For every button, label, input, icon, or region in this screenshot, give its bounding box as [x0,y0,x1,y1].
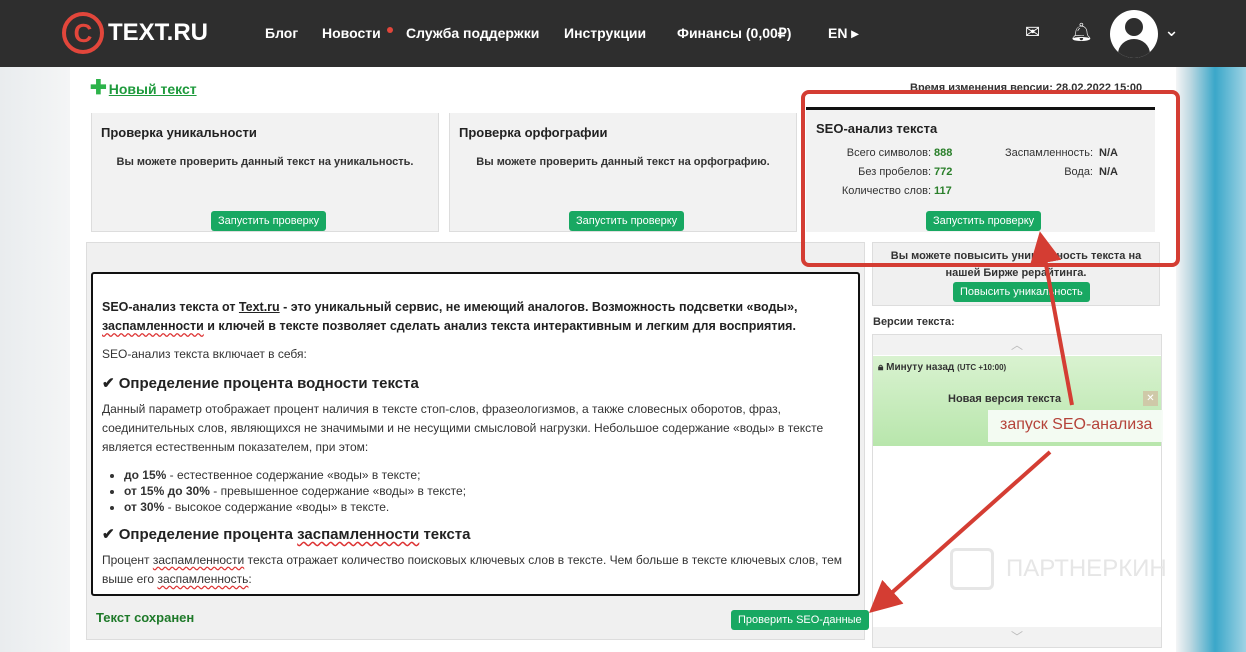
list-text: - высокое содержание «воды» в тексте. [164,500,390,514]
spell-error: заспамленности [152,553,245,567]
nav-news[interactable]: Новости [322,25,381,41]
spell-error: заспамленность [157,572,249,586]
card-desc: Вы можете проверить данный текст на орфо… [476,156,770,168]
list-item: от 30% - высокое содержание «воды» в тек… [124,499,850,515]
news-badge-dot [387,27,393,33]
textru-link[interactable]: Text.ru [239,300,280,314]
check-seo-data-button[interactable]: Проверить SEO-данные [731,610,869,630]
spell-error: заспамленности [102,319,204,333]
spelling-card: Проверка орфографии Вы можете проверить … [449,113,797,232]
lock-icon: 🔒︎ [878,362,884,373]
list-text: - естественное содержание «воды» в текст… [166,468,421,482]
card-title: Проверка уникальности [101,125,257,140]
avatar[interactable] [1110,10,1158,58]
water-paragraph: Данный параметр отображает процент налич… [102,402,824,454]
watermark-icon [950,548,994,590]
chevron-down-icon[interactable]: ⌄ [1164,20,1179,41]
watermark: ПАРТНЕРКИН [950,548,1167,590]
text: текста [419,526,471,543]
versions-label: Версии текста: [873,316,955,328]
annotation-highlight-box [801,90,1180,267]
plus-icon: ✚ [90,77,107,99]
close-icon[interactable]: ✕ [1143,391,1158,406]
new-text-link[interactable]: ✚ Новый текст [90,75,197,100]
chevron-up-icon[interactable]: ︿ [873,335,1161,355]
card-desc: Вы можете проверить данный текст на уник… [116,156,414,168]
list-bold: от 30% [124,500,165,514]
logo-text: TEXT.RU [108,19,209,46]
nav-blog[interactable]: Блог [265,25,298,41]
uniqueness-card: Проверка уникальности Вы можете проверит… [91,113,439,232]
check-uniqueness-button[interactable]: Запустить проверку [211,211,327,231]
list-item: от 15% до 30% - превышенное содержание «… [124,483,850,499]
nav-finance[interactable]: Финансы (0,00₽) [677,25,791,42]
top-header: C TEXT.RU Блог Новости Служба поддержки И… [0,0,1246,67]
nav-instructions[interactable]: Инструкции [564,25,646,41]
list-bold: от 15% до 30% [124,484,210,498]
list-bold: до 15% [124,468,167,482]
chevron-down-icon[interactable]: ﹀ [873,627,1161,647]
saved-status: Текст сохранен [96,610,195,625]
text-editor[interactable]: SEO-анализ текста от Text.ru - это уника… [91,272,860,596]
bell-icon[interactable]: 🔔︎ [1070,22,1093,43]
list-item: до 15% - естественное содержание «воды» … [124,467,850,483]
text: и ключей в тексте позволяет сделать анал… [203,319,796,333]
heading-spam: ✔ Определение процента заспамленности те… [102,525,850,543]
nav-support[interactable]: Служба поддержки [406,25,539,41]
raise-uniqueness-button[interactable]: Повысить уникальность [953,282,1090,302]
intro-text: SEO-анализ текста включает в себя: [102,347,307,361]
nav-language[interactable]: EN ▸ [828,25,858,42]
text: - это уникальный сервис, не имеющий анал… [279,300,798,314]
version-time-text: Минуту назад [886,362,955,373]
heading-water: ✔ Определение процента водности текста [102,375,419,392]
text: : [248,572,252,586]
mail-icon[interactable]: ✉ [1025,22,1040,43]
new-text-label: Новый текст [108,81,197,97]
check-spelling-button[interactable]: Запустить проверку [569,211,685,231]
spell-error: заспамленности [297,526,420,543]
text: Процент [102,553,153,567]
version-tz: (UTC +10:00) [957,363,1007,372]
water-list: до 15% - естественное содержание «воды» … [124,467,850,515]
versions-list: ︿ 🔒︎ Минуту назад (UTC +10:00) Новая вер… [872,334,1162,648]
watermark-text: ПАРТНЕРКИН [1006,555,1167,582]
version-time: 🔒︎ Минуту назад (UTC +10:00) [878,362,1006,373]
card-title: Проверка орфографии [459,125,608,140]
text: ✔ Определение процента [102,526,298,543]
spam-paragraph: Процент заспамленности текста отражает к… [102,551,850,589]
copyright-logo-icon: C [62,12,104,54]
logo[interactable]: C TEXT.RU [62,12,208,54]
language-label: EN [828,25,848,41]
text: SEO-анализ текста от [102,300,239,314]
annotation-label: запуск SEO-анализа [988,410,1163,442]
lead-paragraph: SEO-анализ текста от Text.ru - это уника… [102,298,850,336]
version-name: Новая версия текста [948,393,1062,405]
list-text: - превышенное содержание «воды» в тексте… [209,484,467,498]
